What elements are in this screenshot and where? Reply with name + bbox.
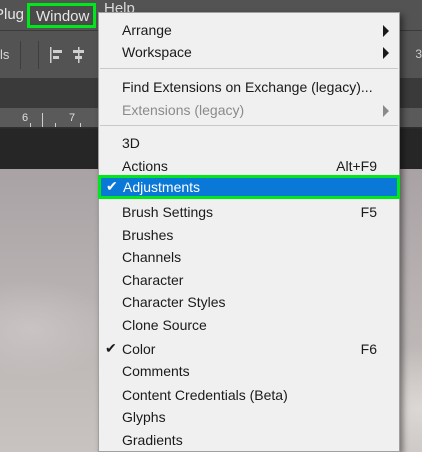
menu-item-workspace[interactable]: Workspace	[99, 41, 399, 63]
menu-item-character-styles[interactable]: Character Styles	[99, 291, 399, 313]
menu-item-label: Character Styles	[122, 294, 226, 310]
menu-item-label: Glyphs	[122, 409, 166, 425]
checkmark-icon: ✔	[105, 340, 117, 356]
ruler-label: 6	[22, 112, 29, 124]
ruler-tick	[42, 113, 43, 127]
menu-item-label: Workspace	[122, 44, 192, 60]
window-menu-dropdown: Arrange Workspace Find Extensions on Excha…	[98, 12, 400, 452]
menu-item-find-extensions-on-exchange-legacy[interactable]: Find Extensions on Exchange (legacy)...	[99, 76, 399, 98]
menu-window-label: Window	[36, 8, 90, 25]
menu-item-label: Adjustments	[123, 179, 201, 195]
menu-item-label: Color	[122, 341, 156, 357]
ruler-tick	[55, 123, 56, 127]
menu-plugins-label: Plugins	[0, 6, 24, 23]
menu-item-label: Character	[122, 272, 184, 288]
menu-item-shortcut: F6	[360, 341, 377, 357]
menu-separator	[100, 125, 398, 126]
submenu-arrow-icon	[383, 105, 389, 117]
menu-item-label: Brush Settings	[122, 204, 214, 220]
menu-item-shortcut: F5	[360, 204, 377, 220]
menu-plugins[interactable]: Plugins	[0, 0, 24, 30]
menu-item-label: Comments	[122, 363, 190, 379]
align-left-icon[interactable]	[48, 45, 66, 65]
checkmark-icon: ✔	[106, 178, 118, 194]
menu-item-color[interactable]: ✔ Color F6	[99, 338, 399, 360]
ruler-tick	[30, 123, 31, 127]
menu-item-comments[interactable]: Comments	[99, 360, 399, 382]
menu-item-label: Gradients	[122, 432, 183, 448]
menu-item-clone-source[interactable]: Clone Source	[99, 314, 399, 336]
menu-item-label: 3D	[122, 135, 140, 151]
options-divider	[20, 41, 21, 69]
menu-item-glyphs[interactable]: Glyphs	[99, 406, 399, 428]
menu-item-label: Actions	[122, 158, 168, 174]
ruler-label: 7	[69, 112, 76, 124]
menu-item-label: Find Extensions on Exchange (legacy)...	[122, 79, 373, 95]
menu-item-shortcut: Alt+F9	[336, 158, 377, 174]
menu-item-label: Arrange	[122, 22, 172, 38]
ruler-tick	[80, 123, 81, 127]
options-bar-text: ls	[0, 47, 10, 62]
menu-item-label: Channels	[122, 249, 182, 265]
menu-window[interactable]: Window	[27, 3, 96, 28]
align-center-icon[interactable]	[70, 45, 88, 65]
menu-item-arrange[interactable]: Arrange	[99, 19, 399, 41]
menu-item-label: Brushes	[122, 227, 174, 243]
menu-separator	[100, 68, 398, 69]
menu-item-label: Clone Source	[122, 317, 207, 333]
menu-item-brush-settings[interactable]: Brush Settings F5	[99, 201, 399, 223]
menu-item-adjustments[interactable]: ✔ Adjustments	[98, 175, 400, 199]
menu-item-content-credentials-beta[interactable]: Content Credentials (Beta)	[99, 384, 399, 406]
menu-item-label: Extensions (legacy)	[122, 102, 245, 118]
menu-item-extensions-legacy: Extensions (legacy)	[99, 99, 399, 121]
submenu-arrow-icon	[383, 47, 389, 59]
menu-item-channels[interactable]: Channels	[99, 246, 399, 268]
options-bar-right-text: 3	[415, 47, 422, 61]
submenu-arrow-icon	[383, 25, 389, 37]
menu-item-gradients[interactable]: Gradients	[99, 429, 399, 451]
menu-item-brushes[interactable]: Brushes	[99, 224, 399, 246]
options-divider	[38, 41, 39, 69]
menu-item-character[interactable]: Character	[99, 269, 399, 291]
menu-item-label: Content Credentials (Beta)	[122, 387, 288, 403]
menu-item-actions[interactable]: Actions Alt+F9	[99, 155, 399, 177]
menu-item-3d[interactable]: 3D	[99, 132, 399, 154]
